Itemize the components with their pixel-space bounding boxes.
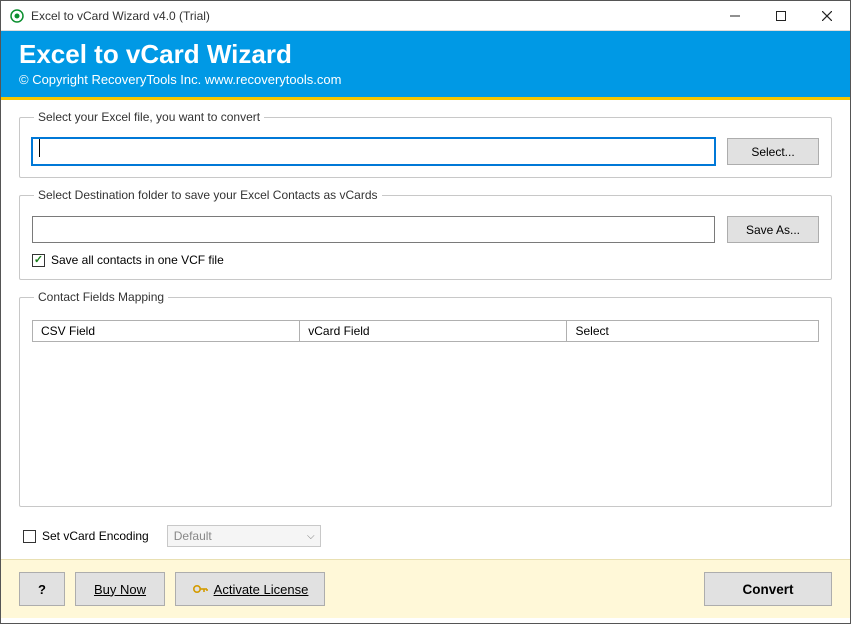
footer: ? Buy Now Activate License Convert (1, 559, 850, 618)
mapping-col-csv[interactable]: CSV Field (33, 321, 300, 342)
help-button[interactable]: ? (19, 572, 65, 606)
content-area: Select your Excel file, you want to conv… (1, 100, 850, 547)
encoding-selected-value: Default (174, 529, 212, 543)
mapping-body-empty (32, 342, 819, 500)
source-file-input[interactable] (32, 138, 715, 165)
chevron-down-icon: ⌵ (302, 531, 320, 542)
encoding-label: Set vCard Encoding (42, 529, 149, 543)
activate-license-button[interactable]: Activate License (175, 572, 325, 606)
encoding-checkbox[interactable] (23, 530, 36, 543)
mapping-table: CSV Field vCard Field Select (32, 320, 819, 342)
window-controls (712, 1, 850, 31)
select-file-button[interactable]: Select... (727, 138, 819, 165)
banner: Excel to vCard Wizard © Copyright Recove… (1, 31, 850, 97)
source-file-group: Select your Excel file, you want to conv… (19, 110, 832, 178)
convert-button[interactable]: Convert (704, 572, 832, 606)
source-legend: Select your Excel file, you want to conv… (34, 110, 264, 124)
encoding-select: Default ⌵ (167, 525, 321, 547)
destination-group: Select Destination folder to save your E… (19, 188, 832, 280)
encoding-row: Set vCard Encoding Default ⌵ (23, 525, 832, 547)
buy-now-button[interactable]: Buy Now (75, 572, 165, 606)
destination-legend: Select Destination folder to save your E… (34, 188, 382, 202)
mapping-col-select[interactable]: Select (567, 321, 819, 342)
destination-folder-input[interactable] (32, 216, 715, 243)
close-button[interactable] (804, 1, 850, 31)
window-title: Excel to vCard Wizard v4.0 (Trial) (31, 9, 712, 23)
one-vcf-checkbox[interactable] (32, 254, 45, 267)
one-vcf-label: Save all contacts in one VCF file (51, 253, 224, 267)
mapping-col-vcard[interactable]: vCard Field (300, 321, 567, 342)
maximize-button[interactable] (758, 1, 804, 31)
app-icon (9, 8, 25, 24)
mapping-group: Contact Fields Mapping CSV Field vCard F… (19, 290, 832, 507)
minimize-button[interactable] (712, 1, 758, 31)
titlebar: Excel to vCard Wizard v4.0 (Trial) (1, 1, 850, 31)
banner-copyright: © Copyright RecoveryTools Inc. www.recov… (19, 72, 832, 87)
banner-heading: Excel to vCard Wizard (19, 39, 832, 70)
mapping-legend: Contact Fields Mapping (34, 290, 168, 304)
save-as-button[interactable]: Save As... (727, 216, 819, 243)
key-icon (192, 582, 208, 596)
